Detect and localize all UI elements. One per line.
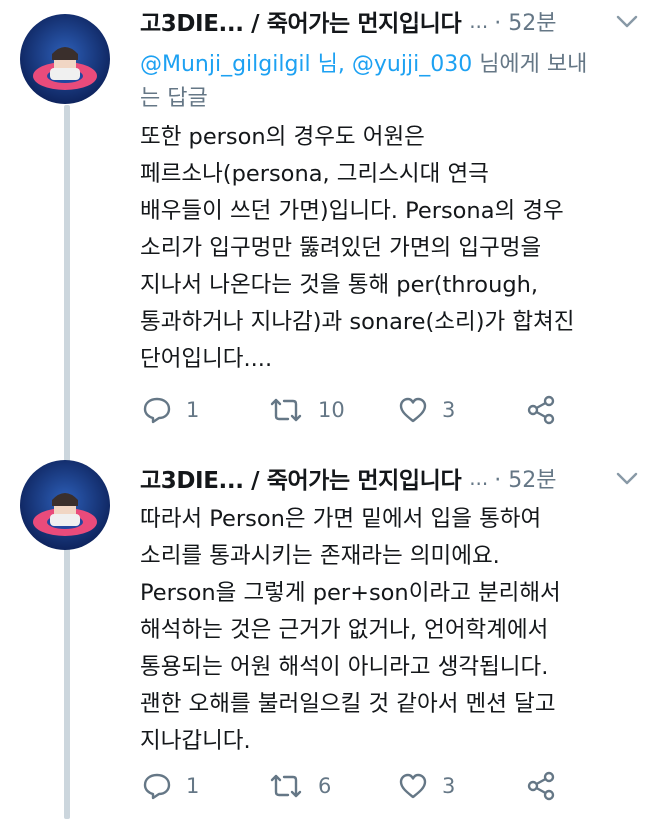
tweet-text-line: 통용되는 어원 해석이 아니라고 생각됩니다. — [140, 654, 549, 680]
timestamp[interactable]: · 52분 — [494, 462, 556, 494]
avatar[interactable] — [20, 14, 110, 104]
tweet-header: 고3DIE... / 죽어가는 먼지입니다 ... · 52분 — [140, 461, 638, 495]
share-icon — [525, 395, 557, 425]
reply-count: 1 — [186, 398, 200, 422]
retweet-count: 6 — [318, 774, 332, 798]
reply-context: @Munji_gilgilgil 님, @yujji_030 님에게 보내는 답… — [140, 48, 600, 116]
mention-link[interactable]: @yujji_030 — [352, 52, 472, 77]
retweet-count: 10 — [318, 398, 345, 422]
tweet-text: 또한 person의 경우도 어원은 페르소나(persona, 그리스시대 연… — [140, 119, 650, 378]
reply-connector: 님, — [310, 52, 352, 77]
thread-line — [64, 530, 70, 819]
tweet-text-line: 따라서 Person은 가면 밑에서 입을 통하여 — [140, 506, 542, 532]
tweet[interactable]: 고3DIE... / 죽어가는 먼지입니다 ... · 52분 @Munji_g… — [0, 0, 658, 480]
tweet-text-line: 해석하는 것은 근거가 없거나, 언어학계에서 — [140, 617, 549, 643]
tweet-text-line: 단어입니다.... — [140, 346, 273, 372]
reply-count: 1 — [186, 774, 200, 798]
reply-button[interactable]: 1 — [142, 768, 199, 804]
tweet-text-line: 배우들이 쓰던 가면)입니다. Persona의 경우 — [140, 198, 564, 224]
like-count: 3 — [442, 774, 456, 798]
tweet[interactable]: 고3DIE... / 죽어가는 먼지입니다 ... · 52분 따라서 Pers… — [0, 440, 658, 819]
tweet-text-line: 괜한 오해를 불러일으킬 것 같아서 멘션 달고 — [140, 691, 556, 717]
reply-icon — [142, 396, 172, 424]
reply-icon — [142, 772, 172, 800]
like-button[interactable]: 3 — [398, 768, 455, 804]
tweet-text-line: 통과하거나 지나감)과 sonare(소리)가 합쳐진 — [140, 309, 575, 335]
like-button[interactable]: 3 — [398, 392, 455, 428]
retweet-icon — [268, 773, 304, 799]
retweet-button[interactable]: 6 — [268, 768, 331, 804]
share-icon — [525, 771, 557, 801]
tweet-text-line: 지나서 나온다는 것을 통해 per(through, — [140, 272, 539, 298]
like-count: 3 — [442, 398, 456, 422]
chevron-down-icon[interactable] — [616, 14, 638, 28]
action-bar: 1 6 3 — [140, 768, 580, 804]
tweet-text-line: 또한 person의 경우도 어원은 — [140, 124, 425, 150]
tweet-header: 고3DIE... / 죽어가는 먼지입니다 ... · 52분 — [140, 4, 638, 38]
tweet-text-line: 소리를 통과시키는 존재라는 의미에요. — [140, 543, 500, 569]
tweet-text-line: 소리가 입구멍만 뚫려있던 가면의 입구멍을 — [140, 235, 542, 261]
name-ellipsis: ... — [469, 466, 489, 490]
tweet-text-line: Person을 그렇게 per+son이라고 분리해서 — [140, 580, 561, 606]
thread-line — [64, 105, 70, 480]
retweet-button[interactable]: 10 — [268, 392, 345, 428]
reply-button[interactable]: 1 — [142, 392, 199, 428]
heart-icon — [398, 772, 428, 800]
share-button[interactable] — [525, 392, 557, 428]
tweet-text: 따라서 Person은 가면 밑에서 입을 통하여 소리를 통과시키는 존재라는… — [140, 501, 650, 760]
display-name[interactable]: 고3DIE... / 죽어가는 먼지입니다 — [140, 461, 462, 495]
tweet-text-line: 지나갑니다. — [140, 728, 251, 754]
chevron-down-icon[interactable] — [616, 471, 638, 485]
heart-icon — [398, 396, 428, 424]
retweet-icon — [268, 397, 304, 423]
display-name[interactable]: 고3DIE... / 죽어가는 먼지입니다 — [140, 4, 462, 38]
share-button[interactable] — [525, 768, 557, 804]
timestamp[interactable]: · 52분 — [494, 5, 556, 37]
tweet-text-line: 페르소나(persona, 그리스시대 연극 — [140, 161, 489, 187]
action-bar: 1 10 3 — [140, 392, 580, 428]
mention-link[interactable]: @Munji_gilgilgil — [140, 52, 311, 77]
avatar[interactable] — [20, 460, 110, 550]
name-ellipsis: ... — [469, 9, 489, 33]
